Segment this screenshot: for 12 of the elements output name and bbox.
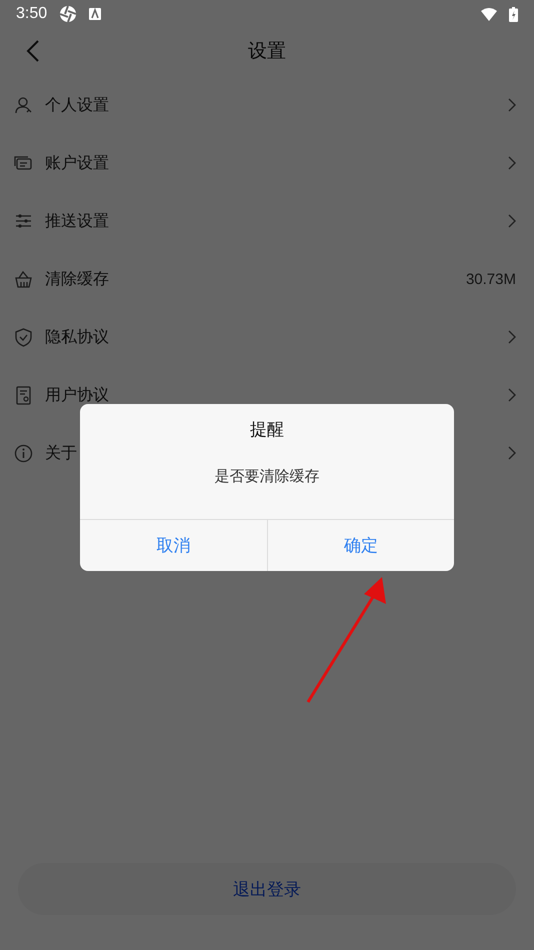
item-label: 用户协议 bbox=[45, 384, 109, 406]
item-label: 个人设置 bbox=[45, 94, 109, 116]
item-label: 关于 bbox=[45, 442, 77, 464]
item-label: 清除缓存 bbox=[45, 268, 109, 290]
status-time: 3:50 bbox=[16, 5, 48, 23]
item-label: 账户设置 bbox=[45, 152, 109, 174]
dialog-message: 是否要清除缓存 bbox=[214, 467, 320, 486]
item-value: 30.73M bbox=[466, 270, 516, 288]
page-title: 设置 bbox=[248, 39, 286, 64]
dialog-title: 提醒 bbox=[249, 419, 285, 441]
item-label: 推送设置 bbox=[45, 210, 109, 232]
item-label: 隐私协议 bbox=[45, 326, 109, 348]
